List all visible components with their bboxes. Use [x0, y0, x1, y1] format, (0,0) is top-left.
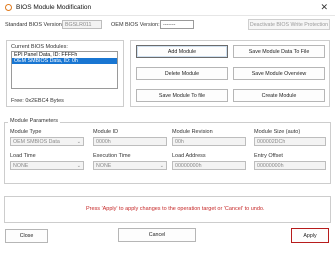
free-bytes-label: Free: 0x2EBC4 Bytes — [11, 98, 64, 104]
delete-module-button[interactable]: Delete Module — [136, 67, 228, 80]
execution-time-select[interactable]: NONE ⌄ — [93, 161, 167, 170]
bios-app-icon — [5, 4, 12, 11]
load-address-label: Load Address — [172, 153, 206, 159]
modules-listbox[interactable]: EPI Panel Data, ID: FFFFh OEM SMBIOS Dat… — [11, 51, 118, 89]
module-size-field: 000002DCh — [254, 137, 326, 146]
create-module-button[interactable]: Create Module — [233, 89, 325, 102]
apply-button[interactable]: Apply — [291, 228, 329, 243]
module-type-select[interactable]: OEM SMBIOS Data ⌄ — [10, 137, 84, 146]
list-item[interactable]: OEM SMBIOS Data, ID: 0h — [12, 58, 117, 64]
load-time-select[interactable]: NONE ⌄ — [10, 161, 84, 170]
window-title: BIOS Module Modification — [16, 4, 92, 11]
entry-offset-label: Entry Offset — [254, 153, 283, 159]
module-parameters-title: Module Parameters — [8, 118, 60, 124]
close-button[interactable]: Close — [5, 229, 48, 243]
module-revision-label: Module Revision — [172, 129, 213, 135]
module-revision-field[interactable]: 00h — [172, 137, 246, 146]
module-type-label: Module Type — [10, 129, 42, 135]
chevron-down-icon: ⌄ — [76, 163, 81, 169]
close-icon[interactable]: ✕ — [320, 2, 328, 12]
module-type-value: OEM SMBIOS Data — [13, 139, 60, 145]
oem-bios-version-field[interactable]: ------- — [160, 20, 194, 29]
chevron-down-icon: ⌄ — [76, 139, 81, 145]
execution-time-value: NONE — [96, 163, 112, 169]
cancel-button[interactable]: Cancel — [118, 228, 196, 242]
standard-bios-version-label: Standard BIOS Version: — [5, 22, 64, 28]
chevron-down-icon: ⌄ — [159, 163, 164, 169]
status-message: Press 'Apply' to apply changes to the op… — [86, 206, 265, 212]
save-module-overview-button[interactable]: Save Module Overview — [233, 67, 325, 80]
load-address-field[interactable]: 00000000h — [172, 161, 246, 170]
load-time-label: Load Time — [10, 153, 36, 159]
execution-time-label: Execution Time — [93, 153, 131, 159]
entry-offset-field[interactable]: 00000000h — [254, 161, 326, 170]
current-bios-modules-label: Current BIOS Modules: — [11, 44, 68, 50]
save-module-data-button[interactable]: Save Module Data To File — [233, 45, 325, 58]
add-module-button[interactable]: Add Module — [136, 45, 228, 58]
load-time-value: NONE — [13, 163, 29, 169]
save-module-to-file-button[interactable]: Save Module To file — [136, 89, 228, 102]
oem-bios-version-label: OEM BIOS Version: — [111, 22, 160, 28]
module-id-field[interactable]: 0000h — [93, 137, 167, 146]
module-id-label: Module ID — [93, 129, 119, 135]
standard-bios-version-field: BGSLR011 — [62, 20, 102, 29]
module-size-label: Module Size (auto) — [254, 129, 301, 135]
deactivate-write-protection-button[interactable]: Deactivate BIOS Write Protection — [248, 19, 330, 30]
